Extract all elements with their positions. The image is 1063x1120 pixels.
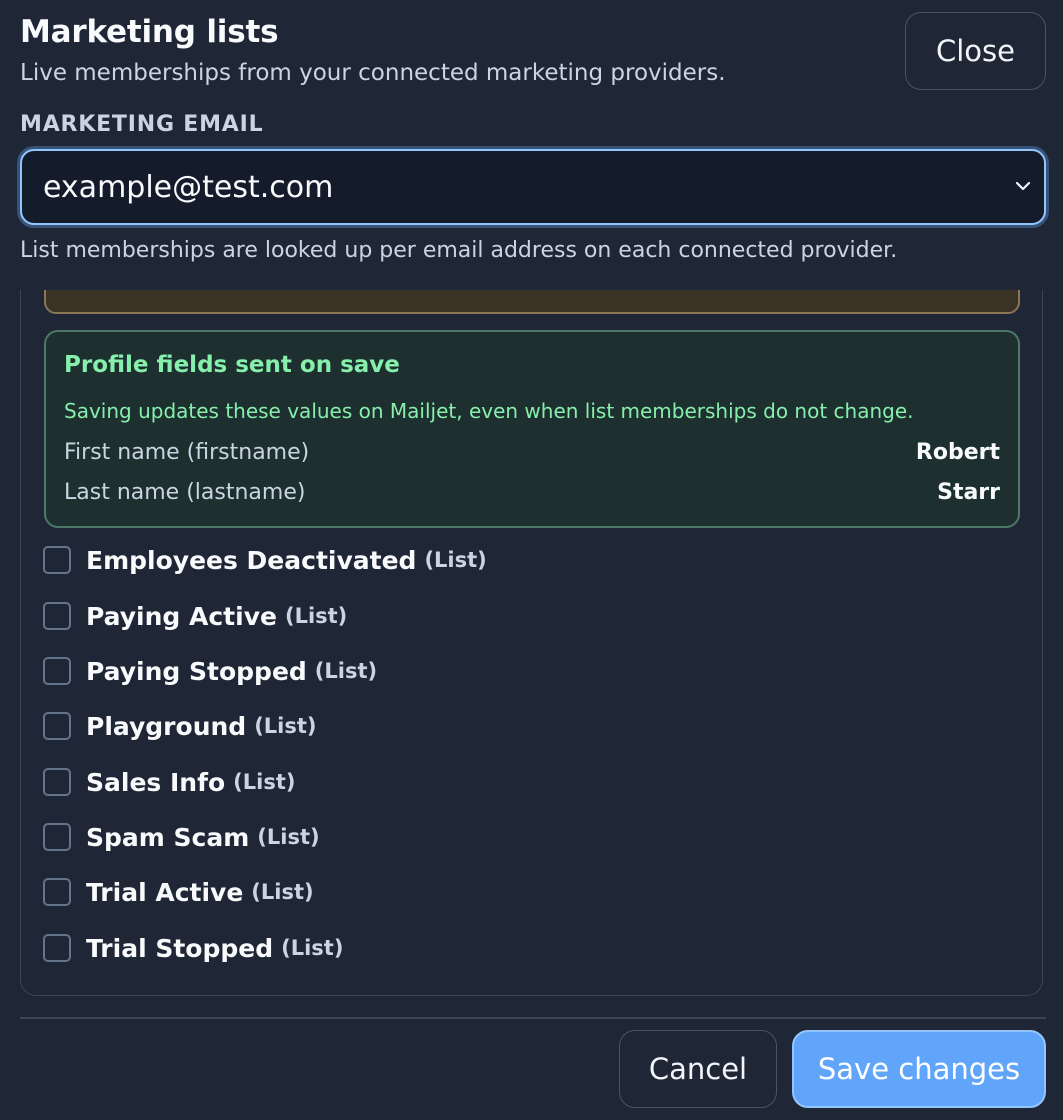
close-button[interactable]: Close [905,12,1046,90]
profile-row-firstname: First name (firstname) Robert [64,440,1000,465]
list-kind: (List) [254,714,317,738]
list-item-employees-deactivated[interactable]: Employees Deactivated (List) [43,545,487,575]
list-checkbox[interactable] [43,712,71,740]
chevron-down-icon [1015,181,1031,191]
profile-row-lastname: Last name (lastname) Starr [64,480,1000,505]
profile-row-label: Last name (lastname) [64,480,306,505]
list-checkbox[interactable] [43,546,71,574]
list-checkbox[interactable] [43,823,71,851]
list-kind: (List) [233,770,296,794]
list-item-sales-info[interactable]: Sales Info (List) [43,767,295,797]
list-checkbox[interactable] [43,878,71,906]
list-name: Paying Stopped [86,656,307,686]
dialog-subtitle: Live memberships from your connected mar… [20,60,726,86]
profile-fields-description: Saving updates these values on Mailjet, … [64,399,914,423]
warning-notice [44,290,1020,314]
profile-row-value: Robert [915,440,1000,465]
list-item-playground[interactable]: Playground (List) [43,711,317,741]
profile-row-label: First name (firstname) [64,440,310,465]
list-name: Employees Deactivated [86,545,417,575]
list-item-trial-active[interactable]: Trial Active (List) [43,877,314,907]
dialog-title: Marketing lists [20,14,279,50]
cancel-button[interactable]: Cancel [619,1030,777,1108]
list-kind: (List) [424,548,487,572]
list-name: Spam Scam [86,822,250,852]
profile-row-value: Starr [937,480,1000,505]
list-item-paying-stopped[interactable]: Paying Stopped (List) [43,656,377,686]
list-checkbox[interactable] [43,768,71,796]
profile-fields-box: Profile fields sent on save Saving updat… [44,330,1020,528]
footer-divider [20,1017,1046,1019]
list-kind: (List) [314,659,378,683]
marketing-email-label: MARKETING EMAIL [20,112,264,137]
selected-email: example@test.com [43,169,334,205]
email-helper-text: List memberships are looked up per email… [20,238,898,263]
list-item-paying-active[interactable]: Paying Active (List) [43,601,347,631]
list-checkbox[interactable] [43,657,71,685]
list-name: Paying Active [86,601,277,631]
profile-fields-title: Profile fields sent on save [64,352,400,378]
list-item-trial-stopped[interactable]: Trial Stopped (List) [43,933,343,963]
list-kind: (List) [281,936,344,960]
list-name: Sales Info [86,767,226,797]
list-item-spam-scam[interactable]: Spam Scam (List) [43,822,320,852]
marketing-email-select[interactable]: example@test.com [20,149,1046,225]
list-kind: (List) [284,604,348,628]
list-name: Trial Active [86,877,244,907]
list-kind: (List) [251,880,314,904]
list-checkbox[interactable] [43,602,71,630]
list-checkbox[interactable] [43,934,71,962]
lists-scroll-panel[interactable]: Profile fields sent on save Saving updat… [20,290,1043,996]
save-changes-button[interactable]: Save changes [792,1030,1046,1108]
list-name: Trial Stopped [86,933,274,963]
list-name: Playground [86,711,247,741]
list-kind: (List) [257,825,320,849]
